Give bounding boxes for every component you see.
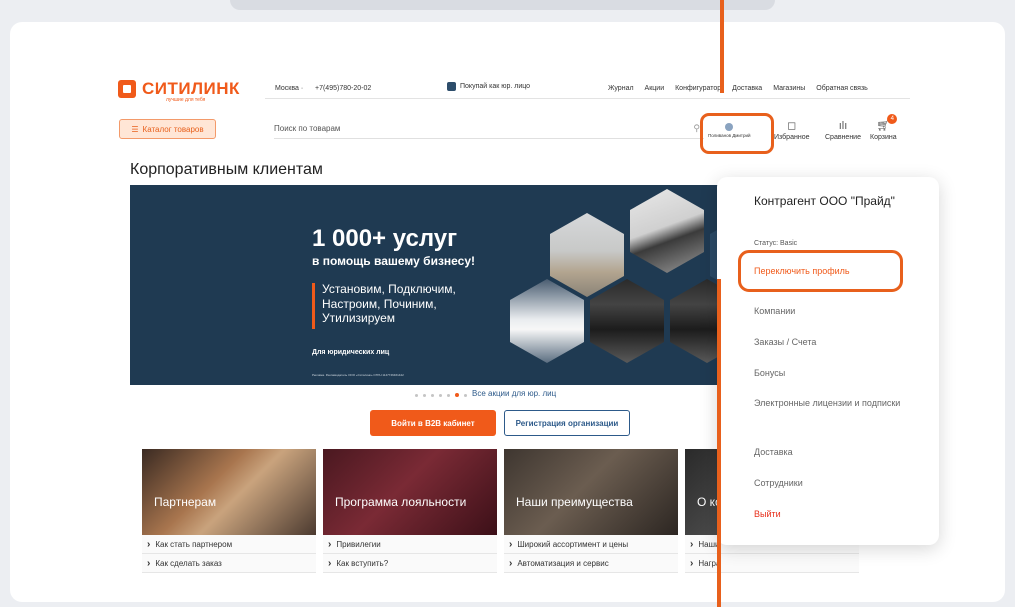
air-conditioner-image xyxy=(510,279,584,363)
slider-dot[interactable] xyxy=(415,393,418,397)
cart-icon: 🛒︎ 4 xyxy=(876,114,898,132)
search-input[interactable]: Поиск по товарам ⚲ xyxy=(274,119,704,139)
b2b-link[interactable]: Покупай как юр. лицо xyxy=(447,82,530,91)
slider-dot[interactable] xyxy=(439,393,442,397)
promo-banner[interactable]: 1 000+ услуг в помощь вашему бизнесу! Ус… xyxy=(130,185,750,385)
banner-service-line: Настроим, Починим, xyxy=(322,296,437,311)
banner-audience: Для юридических лиц xyxy=(312,349,390,356)
banner-fine-print: Реклама. Рекламодатель ООО «Ситилинк» ОГ… xyxy=(312,373,404,377)
cart-button[interactable]: 🛒︎ 4 Корзина xyxy=(870,114,898,141)
office-room-image xyxy=(550,213,624,297)
menu-item-bonuses[interactable]: Бонусы xyxy=(754,366,919,380)
slider-dot-active[interactable] xyxy=(455,393,459,397)
counterparty-name: Контрагент ООО "Прайд" xyxy=(754,194,895,208)
b2b-icon xyxy=(447,82,456,91)
tile-link[interactable]: Широкий ассортимент и цены xyxy=(504,535,678,554)
tile-loyalty[interactable]: Программа лояльности Привилегии Как всту… xyxy=(323,449,497,589)
slider-dot[interactable] xyxy=(423,393,426,397)
tile-link[interactable]: Как сделать заказ xyxy=(142,554,316,573)
menu-item-delivery[interactable]: Доставка xyxy=(754,445,919,459)
annotation-line xyxy=(720,0,724,93)
slider-dot[interactable] xyxy=(431,393,434,397)
slider-dots xyxy=(415,393,467,397)
tile-link[interactable]: Награ xyxy=(685,554,859,573)
background-strip xyxy=(230,0,775,10)
search-icon[interactable]: ⚲ xyxy=(693,123,700,134)
register-org-button[interactable]: Регистрация организации xyxy=(504,410,630,436)
city-selector[interactable]: Москва · xyxy=(275,85,303,92)
switch-profile-highlight xyxy=(738,250,903,292)
logout-link[interactable]: Выйти xyxy=(754,507,919,521)
nav-item-configurator[interactable]: Конфигуратор xyxy=(675,85,721,92)
all-promos-link[interactable]: Все акции для юр. лиц xyxy=(472,389,556,398)
menu-icon: ☰ xyxy=(131,124,139,134)
bookmark-icon: ◻ xyxy=(787,120,797,132)
nav-item-feedback[interactable]: Обратная связь xyxy=(816,85,868,92)
menu-item-employees[interactable]: Сотрудники xyxy=(754,476,919,490)
security-camera-image xyxy=(630,189,704,273)
banner-service-line: Утилизируем xyxy=(322,311,396,325)
logo[interactable]: СИТИЛИНК лучшие для тебя xyxy=(118,80,240,103)
menu-item-companies[interactable]: Компании xyxy=(754,304,919,318)
phone-number: +7(495)780-20-02 xyxy=(315,85,372,92)
slider-dot[interactable] xyxy=(464,393,467,397)
favorites-button[interactable]: ◻ Избранное xyxy=(774,120,809,141)
tile-link[interactable]: Как вступить? xyxy=(323,554,497,573)
tile-title: Наши преимущества xyxy=(516,495,633,509)
catalog-button-label: Каталог товаров xyxy=(142,124,204,134)
header-divider xyxy=(265,98,910,99)
menu-item-orders[interactable]: Заказы / Счета xyxy=(754,335,919,349)
page-title: Корпоративным клиентам xyxy=(130,161,323,178)
annotation-line xyxy=(717,279,721,607)
banner-subheading: в помощь вашему бизнесу! xyxy=(312,254,476,268)
compare-label: Сравнение xyxy=(825,134,861,141)
b2b-cabinet-button[interactable]: Войти в B2B кабинет xyxy=(370,410,496,436)
compare-button[interactable]: ılı Сравнение xyxy=(825,120,861,141)
chart-bars-icon: ılı xyxy=(838,120,848,132)
advantages-image: Наши преимущества xyxy=(504,449,678,535)
profile-dropdown: Контрагент ООО "Прайд" Статус: Basic Пер… xyxy=(717,177,939,545)
loyalty-image: Программа лояльности xyxy=(323,449,497,535)
nav-item-promos[interactable]: Акции xyxy=(645,85,665,92)
handshake-image: Партнерам xyxy=(142,449,316,535)
nav-item-stores[interactable]: Магазины xyxy=(773,85,805,92)
oven-image xyxy=(590,279,664,363)
search-placeholder: Поиск по товарам xyxy=(274,124,341,133)
tile-advantages[interactable]: Наши преимущества Широкий ассортимент и … xyxy=(504,449,678,589)
nav-item-delivery[interactable]: Доставка xyxy=(732,85,762,92)
cart-label: Корзина xyxy=(870,134,897,141)
tile-partners[interactable]: Партнерам Как стать партнером Как сделат… xyxy=(142,449,316,589)
logo-text: СИТИЛИНК xyxy=(142,79,240,98)
b2b-link-label: Покупай как юр. лицо xyxy=(460,83,531,90)
status-badge: Статус: Basic xyxy=(754,240,798,247)
cart-count-badge: 4 xyxy=(887,114,898,124)
banner-heading: 1 000+ услуг xyxy=(312,225,458,252)
profile-highlight xyxy=(700,113,774,154)
menu-item-licenses[interactable]: Электронные лицензии и подписки xyxy=(754,396,919,410)
tile-title: Программа лояльности xyxy=(335,495,467,509)
banner-accent-bar xyxy=(312,283,315,329)
top-nav: Журнал Акции Конфигуратор Доставка Магаз… xyxy=(608,85,868,92)
tile-link[interactable]: Привилегии xyxy=(323,535,497,554)
banner-services: Установим, Подключим, Настроим, Починим,… xyxy=(322,282,492,326)
tile-title: Партнерам xyxy=(154,495,217,509)
nav-item-journal[interactable]: Журнал xyxy=(608,85,634,92)
banner-service-line: Установим, Подключим, xyxy=(322,282,456,296)
favorites-label: Избранное xyxy=(774,134,810,141)
logo-icon xyxy=(118,80,136,98)
tile-link[interactable]: Как стать партнером xyxy=(142,535,316,554)
tile-link[interactable]: Автоматизация и сервис xyxy=(504,554,678,573)
slider-dot[interactable] xyxy=(447,393,450,397)
catalog-button[interactable]: ☰ Каталог товаров xyxy=(119,119,216,139)
